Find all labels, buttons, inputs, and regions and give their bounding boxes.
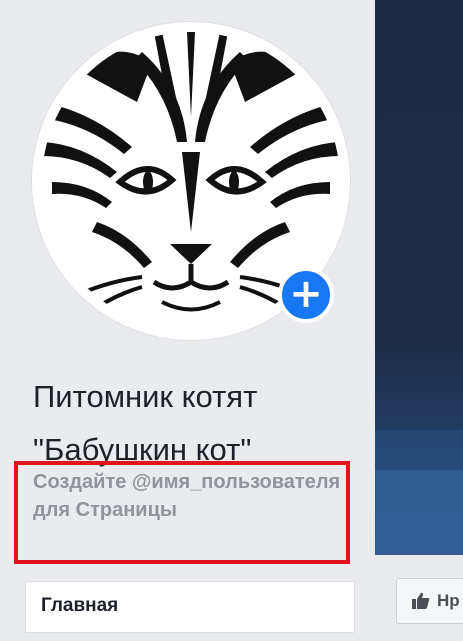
plus-icon: + [289,270,323,317]
highlight-annotation-box [14,461,350,564]
cover-texture [375,430,463,555]
cover-photo[interactable] [375,0,463,555]
like-button-label: Нр [437,591,460,610]
page-title-line-1: Питомник котят [33,379,258,414]
add-profile-photo-button[interactable]: + [278,267,334,323]
like-button[interactable]: Нр [396,578,463,624]
tab-home[interactable]: Главная [25,581,355,633]
thumbs-up-icon [412,592,430,609]
tab-home-label: Главная [41,595,119,616]
